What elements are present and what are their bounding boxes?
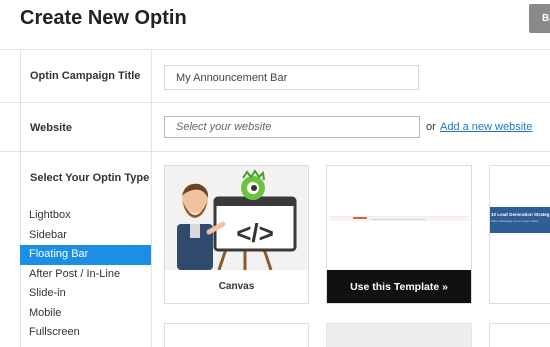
floating-bar-thumbnail: ▁▁▁▁▁▁▁▁▁▁▁▁▁▁▁▁▁▁▁▁▁▁▁▁: [327, 166, 471, 270]
divider: [0, 49, 550, 50]
optin-type-heading: Select Your Optin Type: [30, 172, 150, 184]
back-button[interactable]: Ba: [529, 4, 550, 33]
divider: [0, 151, 550, 152]
optin-type-floating-bar[interactable]: Floating Bar: [20, 245, 151, 265]
blue-template-title: 10 Lead Generation Strateg: [491, 212, 550, 217]
optin-type-lightbox[interactable]: Lightbox: [20, 206, 151, 226]
campaign-title-input[interactable]: My Announcement Bar: [164, 65, 419, 90]
divider: [0, 102, 550, 103]
optin-type-mobile[interactable]: Mobile: [20, 304, 151, 324]
canvas-thumbnail: </>: [165, 166, 308, 271]
template-card[interactable]: [164, 323, 309, 347]
use-template-button[interactable]: Use this Template »: [327, 270, 471, 303]
add-website-link[interactable]: Add a new website: [440, 121, 532, 133]
optin-type-after-post[interactable]: After Post / In-Line: [20, 265, 151, 285]
template-card[interactable]: [489, 323, 550, 347]
optin-type-list: Lightbox Sidebar Floating Bar After Post…: [20, 206, 151, 343]
optin-type-sidebar[interactable]: Sidebar: [20, 226, 151, 246]
divider: [151, 49, 152, 347]
or-text: or: [426, 121, 436, 133]
website-select[interactable]: Select your website: [164, 116, 420, 138]
floating-bar-accent: [353, 217, 367, 219]
template-card-blue[interactable]: 10 Lead Generation Strateg Take advantag…: [489, 165, 550, 304]
floating-bar-text: ▁▁▁▁▁▁▁▁▁▁▁▁▁▁▁▁▁▁▁▁▁▁▁▁: [371, 216, 427, 220]
template-card-floating-bar[interactable]: ▁▁▁▁▁▁▁▁▁▁▁▁▁▁▁▁▁▁▁▁▁▁▁▁ Use this Templa…: [326, 165, 472, 304]
page-title: Create New Optin: [20, 7, 187, 29]
template-name-canvas: Canvas: [218, 281, 255, 292]
template-card-canvas[interactable]: </> Canvas: [164, 165, 309, 304]
blue-template-thumbnail: 10 Lead Generation Strateg Take advantag…: [490, 207, 550, 233]
optin-type-fullscreen[interactable]: Fullscreen: [20, 323, 151, 343]
svg-text:</>: </>: [236, 218, 274, 248]
blue-template-subtitle: Take advantage of our expert hacks: [491, 219, 539, 223]
campaign-title-label: Optin Campaign Title: [30, 70, 141, 82]
website-label: Website: [30, 122, 72, 134]
canvas-illustration-icon: </>: [177, 169, 297, 271]
template-card[interactable]: [326, 323, 472, 347]
optin-type-slide-in[interactable]: Slide-in: [20, 284, 151, 304]
